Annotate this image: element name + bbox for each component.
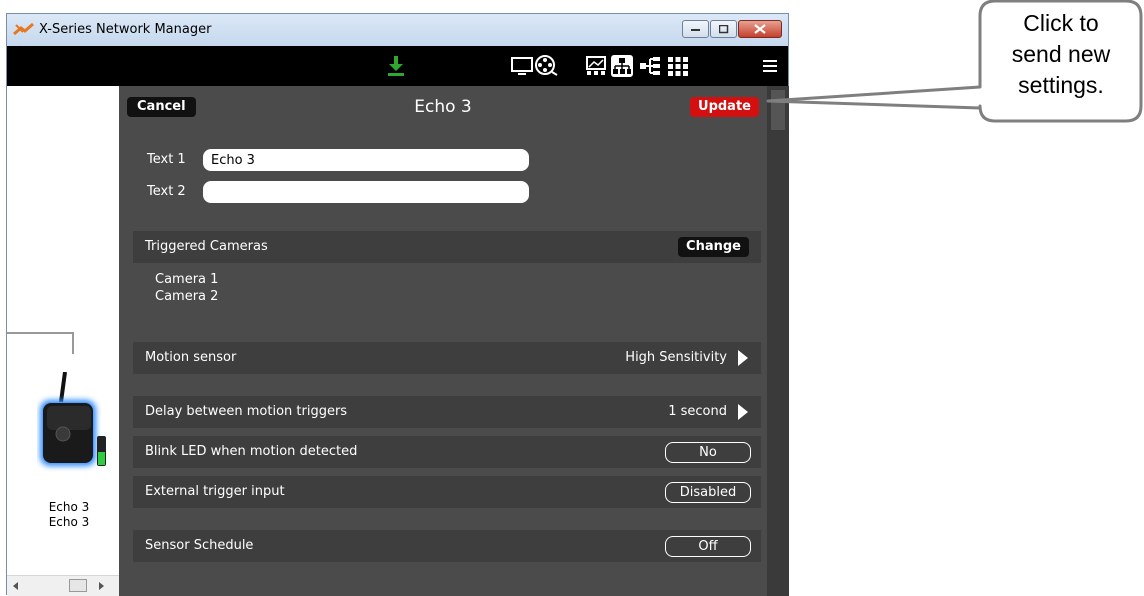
callout-line: settings. xyxy=(1018,72,1104,98)
callout-line: send new xyxy=(1011,41,1111,67)
callout-text: Click to send new settings. xyxy=(983,8,1139,101)
callout-line: Click to xyxy=(1023,10,1099,36)
callout-bubble xyxy=(766,0,1143,123)
